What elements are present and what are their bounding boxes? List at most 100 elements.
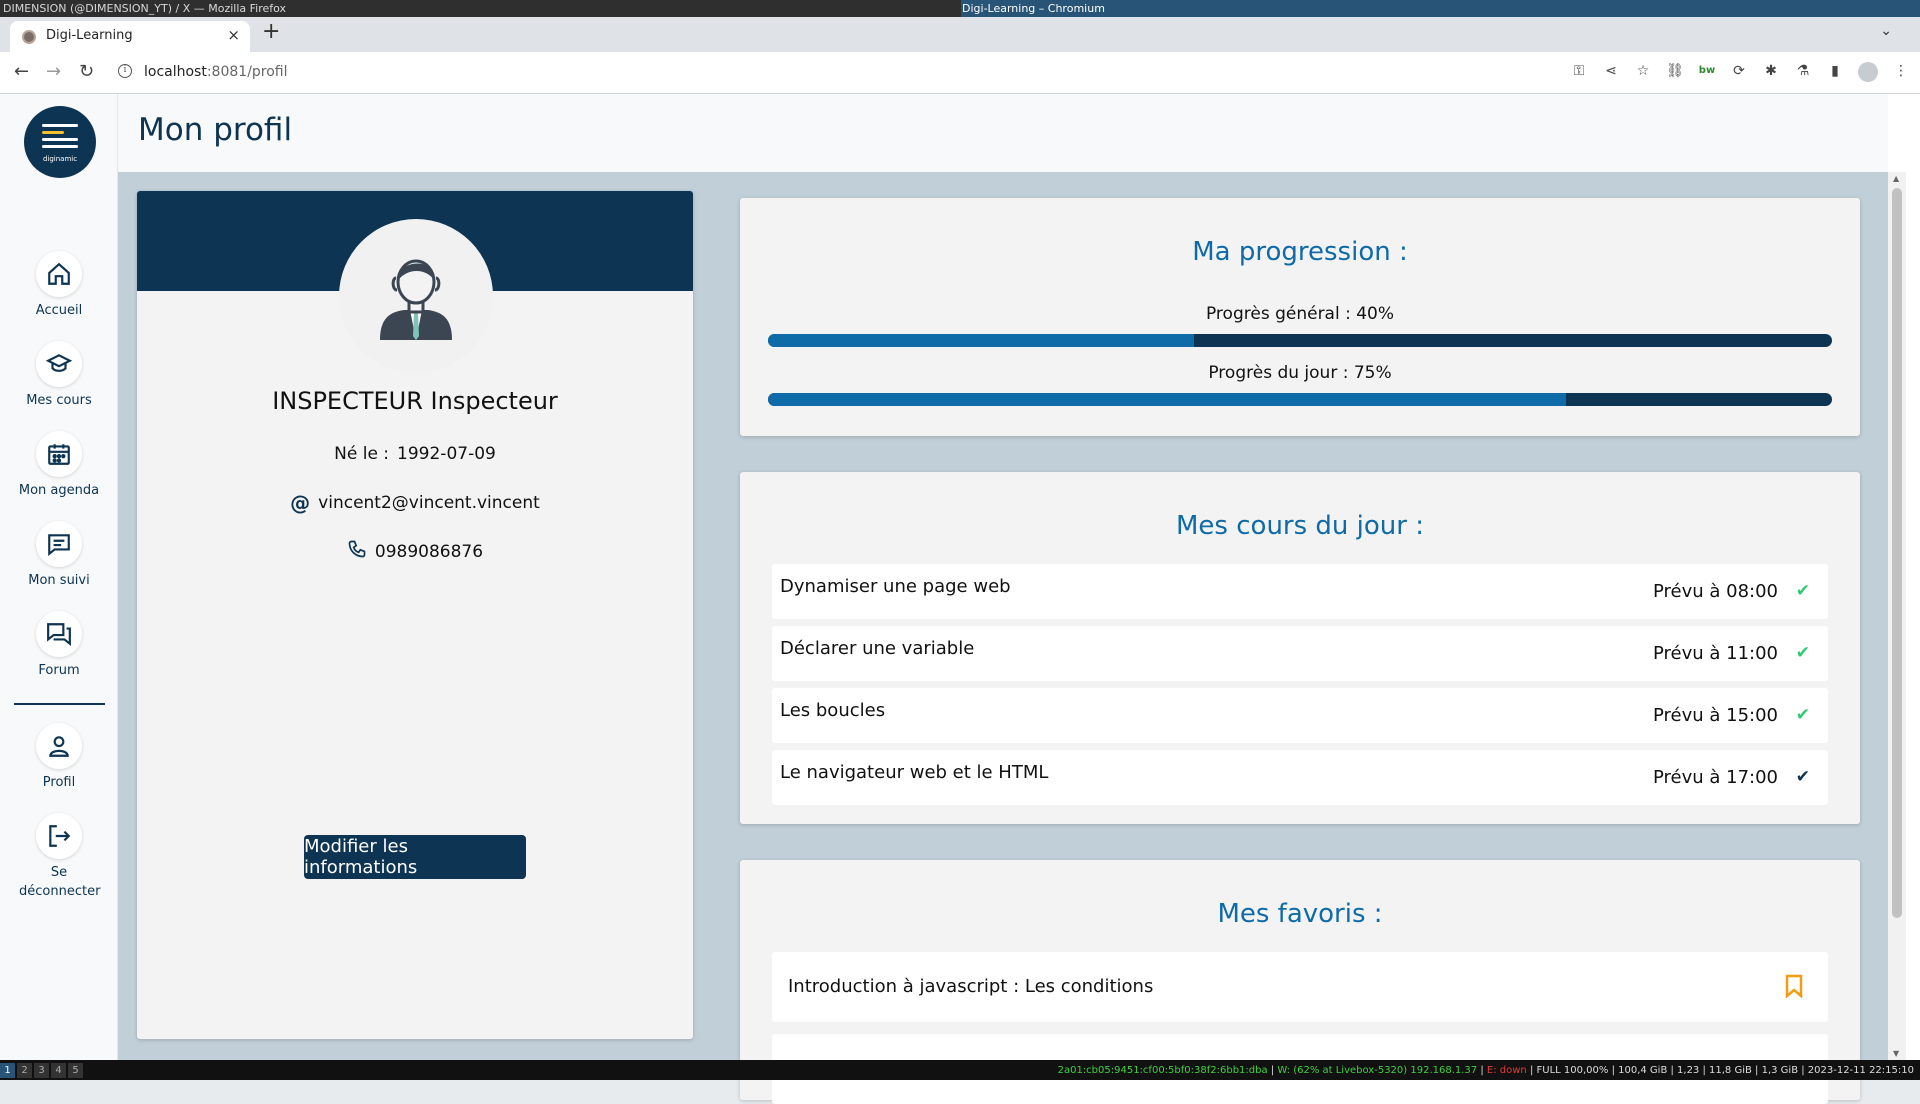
workspace-switcher: 1 2 3 4 5	[0, 1063, 83, 1078]
logo-lines-icon	[42, 124, 78, 152]
active-window-title: Digi-Learning – Chromium	[961, 0, 1920, 17]
courses-panel: Mes cours du jour : Dynamiser une page w…	[740, 472, 1860, 824]
at-sign-icon: @	[290, 491, 311, 515]
scroll-up-arrow-icon[interactable]: ▲	[1893, 174, 1899, 183]
phone-row: 0989086876	[137, 539, 693, 564]
workspace-button[interactable]: 5	[68, 1063, 83, 1078]
birth-date-value: 1992-07-09	[397, 444, 496, 464]
profile-avatar-icon[interactable]	[1858, 62, 1878, 82]
course-row[interactable]: Déclarer une variable Prévu à 11:00 ✔	[772, 626, 1828, 681]
sidebar-item-label: Mes cours	[26, 393, 92, 408]
scrollbar-thumb[interactable]	[1892, 188, 1902, 918]
favorite-row[interactable]: Introduction à javascript : Les conditio…	[772, 952, 1828, 1022]
favorite-title: Introduction à javascript : Les conditio…	[788, 976, 1154, 997]
main-content: INSPECTEUR Inspecteur Né le : 1992-07-09…	[118, 172, 1888, 1104]
sidebar-item-se-deconnecter[interactable]: Se déconnecter	[0, 813, 118, 901]
general-progress-label: Progrès général : 40%	[1205, 304, 1395, 324]
address-bar[interactable]: i localhost:8081/profil	[112, 57, 1542, 89]
courses-title: Mes cours du jour :	[1176, 511, 1424, 541]
general-progress-bar	[768, 334, 1832, 347]
status-info: 2a01:cb05:9451:cf00:5bf0:38f2:6bb1:dba |…	[1057, 1065, 1915, 1076]
site-info-icon[interactable]: i	[118, 64, 132, 78]
workspace-button[interactable]: 4	[51, 1063, 66, 1078]
tab-search-chevron-icon[interactable]: ⌄	[1880, 23, 1892, 39]
reload-icon[interactable]: ↻	[79, 61, 94, 82]
page-header: Mon profil	[118, 94, 1888, 172]
home-icon	[36, 251, 82, 297]
browser-tab[interactable]: Digi-Learning ×	[10, 21, 250, 52]
phone-value: 0989086876	[374, 541, 484, 562]
sidebar-divider	[14, 703, 105, 705]
sidebar-item-label: Forum	[38, 663, 80, 678]
logo-brand-text: diginamic	[42, 155, 78, 163]
url-text[interactable]: localhost:8081/profil	[144, 64, 288, 80]
side-panel-icon[interactable]: ▮	[1826, 62, 1844, 80]
progress-title: Ma progression :	[1192, 237, 1408, 267]
sidebar-item-profil[interactable]: Profil	[0, 723, 118, 792]
sidebar-item-mon-suivi[interactable]: Mon suivi	[0, 521, 118, 590]
workspace-button[interactable]: 1	[0, 1063, 15, 1078]
bookmark-icon[interactable]	[1784, 974, 1804, 1002]
daily-progress-bar	[768, 393, 1832, 406]
person-avatar-icon	[380, 259, 452, 340]
course-row[interactable]: Le navigateur web et le HTML Prévu à 17:…	[772, 750, 1828, 805]
check-icon: ✔	[1795, 643, 1810, 663]
sidebar-item-label: Mon suivi	[28, 573, 90, 588]
background-window-title: DIMENSION (@DIMENSION_YT) / X — Mozilla …	[3, 2, 287, 15]
status-misc: FULL 100,00% | 100,4 GiB | 1,23 | 11,8 G…	[1536, 1065, 1915, 1076]
url-path: :8081/profil	[206, 64, 288, 80]
status-ip: 2a01:cb05:9451:cf00:5bf0:38f2:6bb1:dba	[1057, 1065, 1268, 1076]
forum-icon	[36, 611, 82, 657]
course-title: Les boucles	[780, 700, 886, 721]
profile-name: INSPECTEUR Inspecteur	[272, 387, 558, 415]
course-title: Le navigateur web et le HTML	[780, 762, 1049, 783]
tab-close-icon[interactable]: ×	[227, 26, 240, 44]
diginamic-logo[interactable]: diginamic	[24, 106, 96, 178]
sidebar-item-mon-agenda[interactable]: Mon agenda	[0, 431, 118, 500]
extension-sync-icon[interactable]: ⟳	[1730, 62, 1748, 80]
back-arrow-icon[interactable]: ←	[14, 61, 29, 82]
sidebar: diginamic Accueil Mes cours Mon agenda M	[0, 94, 118, 1060]
daily-progress-label: Progrès du jour : 75%	[1208, 363, 1392, 383]
calendar-icon	[36, 431, 82, 477]
status-ethernet: E: down	[1486, 1065, 1527, 1076]
extension-bw-icon[interactable]: bw	[1698, 62, 1716, 80]
sidebar-item-forum[interactable]: Forum	[0, 611, 118, 680]
course-row[interactable]: Dynamiser une page web Prévu à 08:00 ✔	[772, 564, 1828, 619]
graduation-cap-icon	[36, 341, 82, 387]
browser-menu-icon[interactable]: ⋮	[1892, 62, 1910, 80]
scroll-down-arrow-icon[interactable]: ▼	[1893, 1049, 1899, 1058]
workspace-button[interactable]: 2	[17, 1063, 32, 1078]
course-row[interactable]: Les boucles Prévu à 15:00 ✔	[772, 688, 1828, 743]
key-icon[interactable]: ⚿	[1570, 62, 1588, 80]
edit-profile-button[interactable]: Modifier les informations	[304, 835, 526, 879]
system-title-bar: DIMENSION (@DIMENSION_YT) / X — Mozilla …	[0, 0, 1920, 17]
sidebar-item-accueil[interactable]: Accueil	[0, 251, 118, 320]
share-icon[interactable]: ⋖	[1602, 62, 1620, 80]
email-row: @ vincent2@vincent.vincent	[137, 491, 693, 515]
extension-flask-icon[interactable]: ⚗	[1794, 62, 1812, 80]
new-tab-button[interactable]: +	[262, 19, 280, 44]
course-title: Dynamiser une page web	[780, 576, 1011, 597]
extension-link-icon[interactable]: ⛓	[1666, 62, 1684, 80]
general-progress-fill	[768, 334, 1194, 347]
sidebar-item-label: Mon agenda	[18, 483, 100, 498]
course-title: Déclarer une variable	[780, 638, 975, 659]
check-icon: ✔	[1795, 581, 1810, 601]
favorites-title: Mes favoris :	[1217, 899, 1383, 929]
tab-title: Digi-Learning	[46, 28, 133, 43]
phone-icon	[347, 539, 367, 564]
birth-date-label: Né le :	[334, 444, 390, 464]
sidebar-item-label: Se déconnecter	[19, 865, 101, 899]
status-wifi: W: (62% at Livebox-5320) 192.168.1.37	[1277, 1065, 1478, 1076]
extensions-puzzle-icon[interactable]: ✱	[1762, 62, 1780, 80]
course-time: Prévu à 08:00	[1652, 581, 1778, 602]
course-time: Prévu à 15:00	[1652, 705, 1778, 726]
star-icon[interactable]: ☆	[1634, 62, 1652, 80]
forward-arrow-icon[interactable]: →	[46, 61, 61, 82]
browser-toolbar: ← → ↻ i localhost:8081/profil ⚿ ⋖ ☆ ⛓ bw…	[0, 52, 1920, 94]
workspace-button[interactable]: 3	[34, 1063, 49, 1078]
sidebar-item-mes-cours[interactable]: Mes cours	[0, 341, 118, 410]
course-time: Prévu à 17:00	[1652, 767, 1778, 788]
page-scrollbar[interactable]: ▲ ▼	[1888, 172, 1906, 1060]
